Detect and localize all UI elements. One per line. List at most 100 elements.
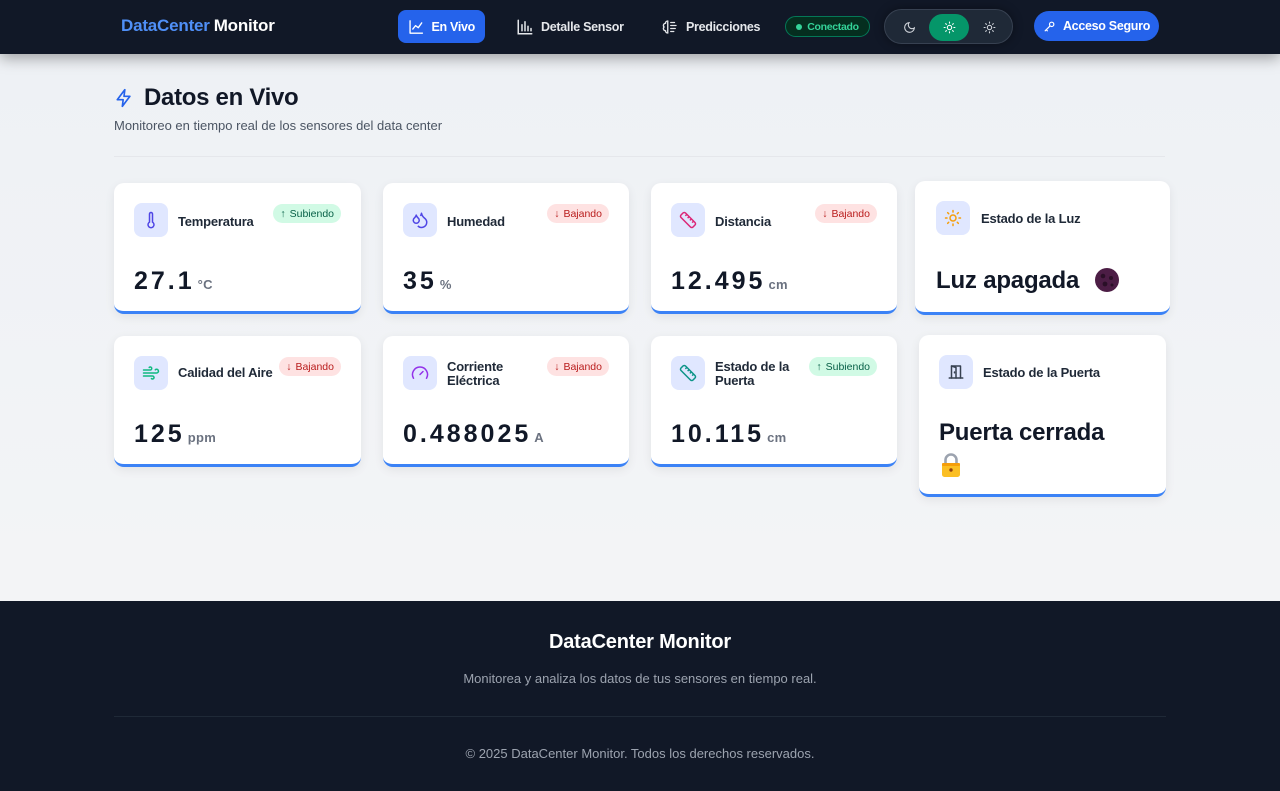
temperature-unit: °C (197, 277, 213, 292)
door-sensor-label: Estado de la Puerta (715, 360, 789, 388)
arrow-down-icon: ↓ (286, 360, 292, 373)
connection-status-badge: Conectado (785, 16, 870, 37)
top-navbar: DataCenter Monitor En Vivo Detalle Sensor… (0, 0, 1280, 54)
new-moon-icon (1094, 267, 1119, 292)
arrow-up-icon: ↑ (816, 360, 822, 373)
humidity-number: 35 (403, 267, 437, 295)
temperature-number: 27.1 (134, 267, 195, 295)
card-door-status[interactable]: Estado de la Puerta Puerta cerrada (919, 335, 1166, 497)
card-humidity[interactable]: Humedad ↓ Bajando 35% (383, 183, 629, 314)
arrow-up-icon: ↑ (280, 207, 286, 220)
brand-logo[interactable]: DataCenter Monitor (121, 16, 275, 36)
thermometer-icon (147, 211, 155, 229)
page-subtitle: Monitoreo en tiempo real de los sensores… (114, 118, 443, 133)
sun-small-icon (983, 21, 995, 34)
door-label: Estado de la Puerta (983, 365, 1100, 380)
brain-icon (662, 19, 677, 34)
distance-number: 12.495 (671, 267, 766, 295)
nav-predictions-button[interactable]: Predicciones (651, 10, 770, 43)
door-sensor-trend-badge: ↑ Subiendo (809, 357, 877, 376)
sun-icon (944, 209, 962, 227)
brand-part-1: DataCenter (121, 16, 210, 35)
humidity-icon-box (403, 203, 437, 237)
theme-auto-button[interactable] (969, 14, 1009, 41)
theme-toggle (884, 9, 1013, 44)
temperature-icon-box (134, 203, 168, 237)
footer-title: DataCenter Monitor (549, 631, 731, 653)
door-sensor-trend-label: Subiendo (825, 360, 870, 373)
door-state: Puerta cerrada (939, 418, 1104, 486)
door-sensor-label-line-1: Estado de la (715, 359, 790, 374)
distance-trend-label: Bajando (831, 207, 870, 220)
temperature-trend-badge: ↑ Subiendo (273, 204, 341, 223)
current-icon-box (403, 356, 437, 390)
bar-chart-icon (517, 19, 533, 34)
distance-icon-box (671, 203, 705, 237)
air-label: Calidad del Aire (178, 365, 273, 380)
gauge-icon (411, 366, 429, 379)
distance-trend-badge: ↓ Bajando (815, 204, 877, 223)
light-state: Luz apagada (936, 266, 1120, 296)
theme-dark-button[interactable] (889, 14, 929, 41)
temperature-label: Temperatura (178, 214, 254, 229)
door-sensor-value: 10.115 cm (671, 420, 786, 449)
card-door-sensor[interactable]: Estado de la Puerta ↑ Subiendo 10.115 cm (651, 336, 897, 467)
distance-label: Distancia (715, 214, 772, 229)
footer-divider (114, 716, 1166, 717)
lock-icon (942, 453, 960, 477)
nav-live-label: En Vivo (431, 19, 475, 34)
humidity-unit: % (439, 277, 452, 292)
secure-access-button[interactable]: Acceso Seguro (1034, 11, 1159, 41)
key-icon (1044, 21, 1055, 31)
line-chart-icon (409, 19, 424, 34)
light-state-text: Luz apagada (936, 267, 1080, 294)
nav-live-button[interactable]: En Vivo (398, 10, 485, 43)
ruler-icon (679, 364, 697, 382)
card-temperature[interactable]: Temperatura ↑ Subiendo 27.1 °C (114, 183, 361, 314)
arrow-down-icon: ↓ (554, 207, 560, 220)
current-value: 0.488025 A (403, 420, 544, 449)
brand-part-2: Monitor (213, 16, 275, 35)
door-sensor-icon-box (671, 356, 705, 390)
moon-icon (903, 21, 915, 33)
nav-sensor-detail-label: Detalle Sensor (541, 19, 624, 34)
card-air-quality[interactable]: Calidad del Aire ↓ Bajando 125 ppm (114, 336, 361, 467)
air-unit: ppm (187, 430, 217, 445)
sun-icon (943, 21, 955, 34)
page-title: Datos en Vivo (144, 84, 299, 111)
air-number: 125 (134, 420, 185, 448)
current-trend-badge: ↓ Bajando (547, 357, 609, 376)
air-icon-box (134, 356, 168, 390)
door-icon (948, 365, 964, 379)
theme-light-button[interactable] (929, 14, 969, 41)
distance-unit: cm (768, 277, 788, 292)
air-trend-badge: ↓ Bajando (279, 357, 341, 376)
nav-sensor-detail-button[interactable]: Detalle Sensor (506, 10, 634, 43)
footer: DataCenter Monitor Monitorea y analiza l… (0, 601, 1280, 791)
door-sensor-number: 10.115 (671, 420, 765, 448)
nav-predictions-label: Predicciones (686, 19, 761, 34)
footer-description: Monitorea y analiza los datos de tus sen… (463, 671, 817, 686)
lightning-icon (116, 88, 131, 108)
connection-status-label: Conectado (807, 20, 859, 33)
current-label-line-2: Eléctrica (447, 373, 500, 388)
door-sensor-label-line-2: Puerta (715, 373, 755, 388)
door-state-text: Puerta cerrada (939, 419, 1105, 446)
wind-icon (142, 366, 160, 380)
card-light-status[interactable]: Estado de la Luz Luz apagada (915, 181, 1170, 315)
light-label: Estado de la Luz (981, 211, 1081, 226)
current-unit: A (534, 430, 544, 445)
card-electric-current[interactable]: Corriente Eléctrica ↓ Bajando 0.488025 A (383, 336, 629, 467)
light-icon-box (936, 201, 970, 235)
droplets-icon (412, 212, 428, 229)
arrow-down-icon: ↓ (554, 360, 560, 373)
distance-value: 12.495 cm (671, 267, 788, 296)
status-dot-icon (796, 23, 803, 30)
humidity-value: 35% (403, 267, 452, 296)
humidity-label: Humedad (447, 214, 505, 229)
temperature-value: 27.1 °C (134, 267, 213, 296)
card-distance[interactable]: Distancia ↓ Bajando 12.495 cm (651, 183, 897, 314)
current-trend-label: Bajando (563, 360, 602, 373)
current-number: 0.488025 (403, 420, 532, 448)
footer-copyright: © 2025 DataCenter Monitor. Todos los der… (465, 746, 815, 761)
